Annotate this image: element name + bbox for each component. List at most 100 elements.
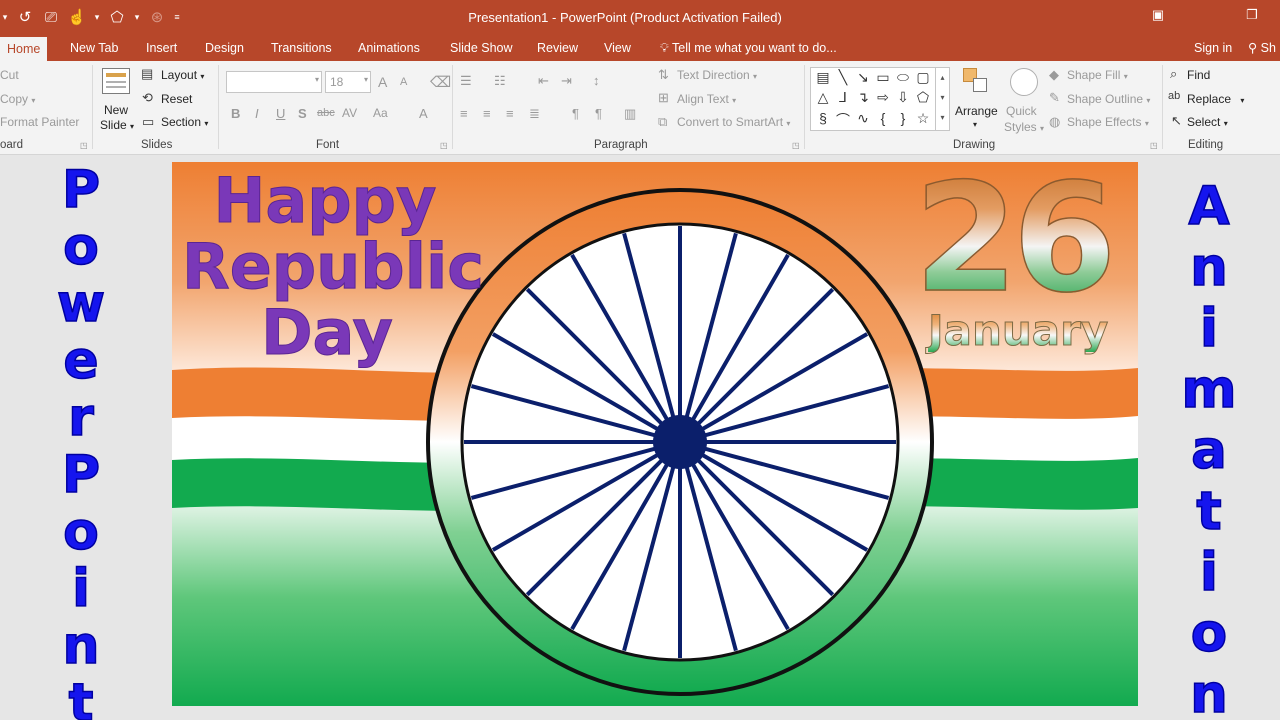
layout-button[interactable]: Layout ▾ [161, 68, 204, 82]
tab-new-tab[interactable]: New Tab [63, 36, 125, 61]
underline-button[interactable]: U [276, 106, 285, 121]
dialog-launcher-icon[interactable]: ◳ [440, 141, 448, 150]
layout-dropdown-icon: ▾ [200, 72, 205, 81]
line-spacing-icon[interactable]: ↕ [593, 73, 600, 88]
triangle-shape-icon[interactable]: △ [813, 89, 833, 106]
restore-window-icon[interactable]: ❐ [1242, 7, 1262, 25]
section-button[interactable]: Section ▾ [161, 115, 208, 129]
align-left-icon[interactable]: ≡ [460, 106, 468, 121]
columns-icon[interactable]: ▥ [624, 106, 636, 122]
rectangle-shape-icon[interactable]: ▭ [873, 69, 893, 86]
share-button[interactable]: ⚲ Sh [1248, 36, 1276, 61]
group-divider [452, 65, 453, 149]
change-case-button[interactable]: Aa [373, 106, 388, 120]
flowchart-shape-icon[interactable]: ⬠ [913, 89, 933, 106]
tab-review[interactable]: Review [530, 36, 585, 61]
section-icon: ▭ [142, 114, 155, 129]
arrow-line-shape-icon[interactable]: ↘ [853, 69, 873, 86]
font-group-label: Font [316, 139, 340, 151]
dialog-launcher-icon[interactable]: ◳ [792, 141, 800, 150]
numbering-icon[interactable]: ☷ [494, 73, 506, 89]
elbow-connector-shape-icon[interactable]: ↴ [853, 89, 873, 106]
shape-outline-button[interactable]: Shape Outline ▾ [1067, 92, 1150, 106]
text-box-shape-icon[interactable]: ▤ [813, 69, 833, 86]
find-button[interactable]: Find [1187, 68, 1210, 82]
bullets-icon[interactable]: ☰ [460, 73, 472, 89]
side-left-letter: P [61, 160, 101, 220]
right-arrow-shape-icon[interactable]: ⇨ [873, 89, 893, 106]
tell-me-box[interactable]: 💡︎ Tell me what you want to do... [660, 36, 837, 61]
section-dropdown-icon: ▾ [204, 119, 209, 128]
dialog-launcher-icon[interactable]: ◳ [80, 141, 88, 150]
tab-transitions[interactable]: Transitions [264, 36, 339, 61]
greeting-line-3: Day [261, 296, 394, 369]
freeform-shape-icon[interactable]: § [813, 110, 833, 126]
align-right-icon[interactable]: ≡ [506, 106, 514, 121]
bold-button[interactable]: B [231, 106, 240, 121]
text-shadow-button[interactable]: S [298, 106, 307, 121]
title-bar: ▾ ↺ ⎚ ☝ ▾ ⬠ ▾ ⊛ ≡ Presentation1 - PowerP… [0, 0, 1280, 36]
down-arrow-shape-icon[interactable]: ⇩ [893, 89, 913, 106]
side-left-letter: t [68, 673, 94, 720]
grow-font-icon[interactable]: A [378, 74, 387, 90]
tab-slide-show[interactable]: Slide Show [443, 36, 520, 61]
slide-canvas[interactable]: Happy Republic Day 26 January [172, 162, 1138, 706]
arc-shape-icon[interactable]: ⌒ [833, 110, 853, 130]
new-slide-button[interactable]: New Slide ▾ [98, 65, 138, 137]
font-color-button[interactable]: A [419, 106, 428, 121]
copy-button[interactable]: Copy ▾ [0, 92, 35, 106]
cut-button[interactable]: Cut [0, 68, 19, 82]
sign-in-link[interactable]: Sign in [1194, 36, 1232, 61]
left-to-right-icon[interactable]: ¶ [572, 106, 579, 121]
strikethrough-button[interactable]: abc [317, 107, 335, 119]
size-dropdown-icon: ▾ [363, 75, 368, 84]
dialog-launcher-icon[interactable]: ◳ [1150, 141, 1158, 150]
tab-animations[interactable]: Animations [351, 36, 427, 61]
pencil-icon: ✎ [1049, 90, 1060, 105]
text-direction-button[interactable]: Text Direction ▾ [677, 68, 757, 82]
quick-styles-button[interactable]: Quick Styles ▾ [1004, 65, 1046, 137]
shape-effects-button[interactable]: Shape Effects ▾ [1067, 115, 1149, 129]
replace-button[interactable]: Replace ▾ [1187, 92, 1244, 106]
clear-formatting-icon[interactable]: ⌫ [430, 73, 451, 91]
align-text-button[interactable]: Align Text ▾ [677, 92, 736, 106]
shrink-font-icon[interactable]: A [400, 76, 407, 88]
character-spacing-button[interactable]: AV [342, 106, 357, 120]
font-size-input[interactable]: 18 ▾ [325, 71, 371, 93]
new-slide-label-top: New [104, 103, 129, 117]
convert-smartart-button[interactable]: Convert to SmartArt ▾ [677, 115, 790, 129]
select-button[interactable]: Select ▾ [1187, 115, 1228, 129]
shapes-gallery[interactable]: ▤ ╲ ↘ ▭ ⬭ ▢ △ ⅃ ↴ ⇨ ⇩ ⬠ § ⌒ ∿ { } ☆ ▴ ▾ ▾ [810, 67, 950, 131]
italic-button[interactable]: I [255, 106, 259, 121]
replace-label: Replace [1187, 92, 1232, 106]
shape-outline-dropdown-icon: ▾ [1146, 96, 1151, 105]
connector-shape-icon[interactable]: ⅃ [833, 89, 853, 106]
ribbon-display-options-icon[interactable]: ▣ [1148, 7, 1168, 25]
font-name-input[interactable]: ▾ [226, 71, 322, 93]
align-text-icon: ⊞ [658, 90, 669, 105]
line-shape-icon[interactable]: ╲ [833, 69, 853, 86]
arrange-button[interactable]: Arrange ▾ [955, 65, 1001, 137]
side-left-letter: o [62, 502, 99, 562]
left-brace-shape-icon[interactable]: { [873, 110, 893, 126]
tab-home[interactable]: Home [0, 37, 48, 61]
gallery-scroll[interactable]: ▴ ▾ ▾ [935, 68, 949, 130]
tab-insert[interactable]: Insert [139, 36, 184, 61]
tab-design[interactable]: Design [198, 36, 251, 61]
group-divider [92, 65, 93, 149]
format-painter-button[interactable]: Format Painter [0, 115, 79, 129]
increase-indent-icon[interactable]: ⇥ [561, 73, 572, 89]
align-center-icon[interactable]: ≡ [483, 106, 491, 121]
right-brace-shape-icon[interactable]: } [893, 110, 913, 126]
decrease-indent-icon[interactable]: ⇤ [538, 73, 549, 89]
oval-shape-icon[interactable]: ⬭ [893, 69, 913, 86]
star-shape-icon[interactable]: ☆ [913, 110, 933, 127]
tab-view[interactable]: View [597, 36, 638, 61]
reset-button[interactable]: Reset [161, 92, 192, 106]
shape-fill-button[interactable]: Shape Fill ▾ [1067, 68, 1128, 82]
curve-shape-icon[interactable]: ∿ [853, 110, 873, 127]
right-to-left-icon[interactable]: ¶ [595, 106, 602, 121]
rounded-rect-shape-icon[interactable]: ▢ [913, 69, 933, 86]
replace-icon: ab [1168, 90, 1181, 102]
justify-icon[interactable]: ≣ [529, 106, 540, 122]
